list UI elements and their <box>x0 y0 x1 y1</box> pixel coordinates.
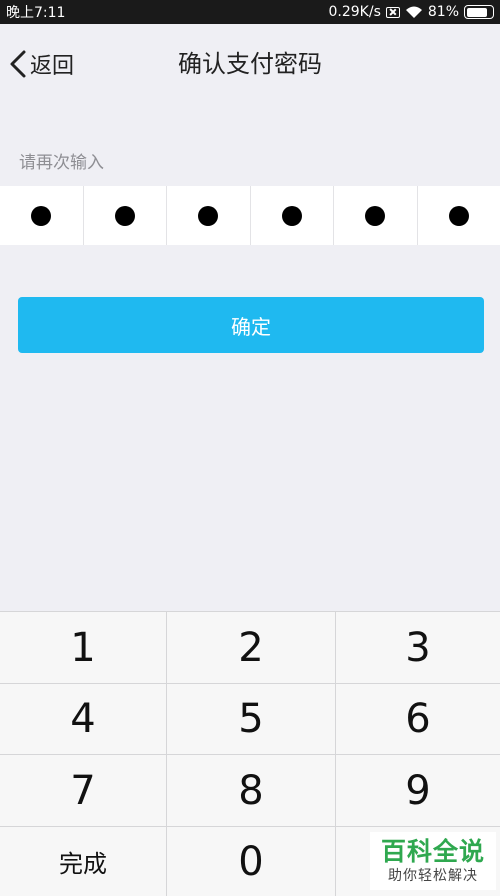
status-icons: 0.29K/s 81% <box>328 4 494 20</box>
watermark-logo: 百科全说 助你轻松解决 <box>370 832 496 890</box>
confirm-label: 确定 <box>231 314 271 339</box>
pin-dot <box>281 205 302 226</box>
pin-cell <box>167 186 251 245</box>
page-title: 确认支付密码 <box>178 50 322 78</box>
key-5[interactable]: 5 <box>167 684 336 755</box>
nav-bar: 返回 确认支付密码 <box>0 24 500 104</box>
pin-cell <box>251 186 334 245</box>
battery-fill <box>466 7 487 17</box>
pin-cell <box>418 186 500 245</box>
key-done[interactable]: 完成 <box>0 827 167 896</box>
status-bar: 晚上7:11 0.29K/s 81% <box>0 0 500 24</box>
key-2[interactable]: 2 <box>167 612 336 684</box>
pin-dot <box>365 205 386 226</box>
pin-dot <box>198 205 219 226</box>
key-4[interactable]: 4 <box>0 684 167 755</box>
watermark-sub: 助你轻松解决 <box>388 868 478 884</box>
pin-cell <box>0 186 84 245</box>
key-8[interactable]: 8 <box>167 755 336 827</box>
key-9[interactable]: 9 <box>336 755 500 827</box>
watermark-main: 百科全说 <box>380 837 485 866</box>
hint-label: 请再次输入 <box>19 153 104 173</box>
no-sim-icon <box>385 6 400 18</box>
network-speed: 0.29K/s <box>328 4 381 20</box>
chevron-left-icon <box>10 50 26 78</box>
key-0[interactable]: 0 <box>167 827 336 896</box>
key-6[interactable]: 6 <box>336 684 500 755</box>
pin-dot <box>448 205 469 226</box>
key-3[interactable]: 3 <box>336 612 500 684</box>
status-time: 晚上7:11 <box>6 5 66 21</box>
wifi-icon <box>405 6 422 18</box>
pin-dot <box>31 205 52 226</box>
battery-percent: 81% <box>427 4 459 20</box>
confirm-button[interactable]: 确定 <box>18 297 484 353</box>
key-7[interactable]: 7 <box>0 755 167 827</box>
pin-dot <box>114 205 135 226</box>
pin-cell <box>334 186 418 245</box>
key-1[interactable]: 1 <box>0 612 167 684</box>
pin-input[interactable] <box>0 186 500 245</box>
battery-icon <box>464 5 494 19</box>
back-label: 返回 <box>30 54 75 79</box>
pin-cell <box>84 186 167 245</box>
back-button[interactable]: 返回 <box>8 44 74 84</box>
